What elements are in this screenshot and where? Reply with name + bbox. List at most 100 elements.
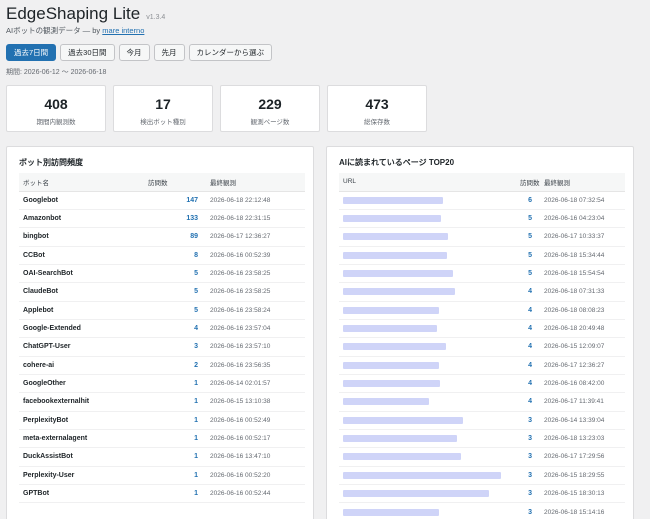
visit-count: 5 (516, 209, 540, 229)
panel-title: AIに読まれているページ TOP20 (339, 158, 455, 167)
version-label: v1.3.4 (146, 14, 166, 21)
table-row: 4 2026-06-18 07:31:33 (339, 282, 625, 302)
table-row: cohere-ai 2 2026-06-16 23:56:35 (19, 356, 305, 375)
last-seen: 2026-06-17 12:36:27 (540, 356, 625, 375)
redacted-url (343, 196, 443, 204)
last-seen: 2026-06-18 07:31:33 (540, 282, 625, 302)
filter-last-7-days-button[interactable]: 過去7日間 (6, 44, 57, 61)
filter-last-month-button[interactable]: 先月 (153, 44, 185, 61)
visit-count: 1 (144, 429, 206, 449)
visit-count: 1 (144, 374, 206, 394)
bot-name: Applebot (19, 301, 144, 320)
last-seen: 2026-06-14 13:39:04 (540, 411, 625, 430)
visit-count: 3 (516, 429, 540, 449)
table-row: Perplexity-User 1 2026-06-16 00:52:20 (19, 466, 305, 486)
table-row: 4 2026-06-16 08:42:00 (339, 374, 625, 394)
author-link[interactable]: mare interno (102, 26, 144, 35)
last-seen: 2026-06-16 00:52:49 (206, 411, 305, 430)
url-cell[interactable] (339, 374, 516, 394)
visit-count: 5 (516, 246, 540, 265)
url-cell[interactable] (339, 246, 516, 265)
col-header-last-seen: 最終観測 (206, 173, 305, 192)
last-seen: 2026-06-18 22:31:15 (206, 209, 305, 229)
table-row: 3 2026-06-18 13:23:03 (339, 429, 625, 449)
filter-last-30-days-button[interactable]: 過去30日間 (60, 44, 115, 61)
bot-name: CCBot (19, 246, 144, 265)
url-cell[interactable] (339, 227, 516, 247)
redacted-url (343, 215, 441, 223)
last-seen: 2026-06-17 11:39:41 (540, 392, 625, 412)
table-row: Amazonbot 133 2026-06-18 22:31:15 (19, 209, 305, 229)
table-row: 3 2026-06-15 18:30:13 (339, 484, 625, 504)
col-header-url: URL (339, 173, 516, 192)
url-cell[interactable] (339, 282, 516, 302)
url-cell[interactable] (339, 411, 516, 430)
redacted-url (343, 251, 447, 259)
bot-name: ChatGPT-User (19, 337, 144, 357)
stat-label: 総保存数 (364, 119, 390, 126)
url-cell[interactable] (339, 209, 516, 229)
stat-label: 検出ボット種別 (140, 119, 186, 126)
table-row: facebookexternalhit 1 2026-06-15 13:10:38 (19, 392, 305, 412)
visit-count: 5 (516, 227, 540, 247)
last-seen: 2026-06-16 23:57:10 (206, 337, 305, 357)
last-seen: 2026-06-18 22:12:48 (206, 191, 305, 210)
url-cell[interactable] (339, 301, 516, 320)
visit-count: 1 (144, 466, 206, 486)
url-cell[interactable] (339, 466, 516, 486)
table-row: ChatGPT-User 3 2026-06-16 23:57:10 (19, 337, 305, 357)
last-seen: 2026-06-18 15:34:44 (540, 246, 625, 265)
filter-this-month-button[interactable]: 今月 (118, 44, 150, 61)
visit-count: 8 (144, 246, 206, 265)
visit-count: 1 (144, 447, 206, 467)
stat-card-bot-types: 17 検出ボット種別 (113, 85, 213, 132)
table-row: 5 2026-06-18 15:54:54 (339, 264, 625, 284)
url-cell[interactable] (339, 447, 516, 467)
bot-name: facebookexternalhit (19, 392, 144, 412)
visit-count: 5 (516, 264, 540, 284)
visit-count: 3 (516, 466, 540, 486)
stat-label: 期間内観測数 (36, 119, 76, 126)
last-seen: 2026-06-18 20:49:48 (540, 319, 625, 339)
url-cell[interactable] (339, 484, 516, 504)
url-cell[interactable] (339, 319, 516, 339)
last-seen: 2026-06-16 23:57:04 (206, 319, 305, 339)
table-row: bingbot 89 2026-06-17 12:36:27 (19, 227, 305, 247)
last-seen: 2026-06-15 18:29:55 (540, 466, 625, 486)
last-seen: 2026-06-15 13:10:38 (206, 392, 305, 412)
filter-calendar-button[interactable]: カレンダーから選ぶ (188, 44, 273, 61)
col-header-count: 訪問数 (144, 173, 206, 192)
url-cell[interactable] (339, 191, 516, 210)
table-row: 3 2026-06-18 15:14:16 (339, 502, 625, 519)
table-row: 3 2026-06-15 18:29:55 (339, 466, 625, 486)
last-seen: 2026-06-17 10:33:37 (540, 227, 625, 247)
col-header-bot: ボット名 (19, 173, 144, 192)
url-cell[interactable] (339, 356, 516, 375)
period-label: 期間: 2026-06-12 ～ 2026-06-18 (6, 69, 107, 76)
url-cell[interactable] (339, 264, 516, 284)
top-pages-panel: AIに読まれているページ TOP20 URL 訪問数 最終観測 6 2026-06… (326, 146, 634, 519)
last-seen: 2026-06-14 02:01:57 (206, 374, 305, 394)
last-seen: 2026-06-18 15:14:16 (540, 502, 625, 519)
visit-count: 89 (144, 227, 206, 247)
visit-count: 1 (144, 411, 206, 430)
url-cell[interactable] (339, 429, 516, 449)
last-seen: 2026-06-16 08:42:00 (540, 374, 625, 394)
bot-name: OAI-SearchBot (19, 264, 144, 284)
last-seen: 2026-06-16 00:52:17 (206, 429, 305, 449)
subtitle: AIボットの観測データ — by mare interno (6, 25, 144, 36)
table-row: 4 2026-06-17 12:36:27 (339, 356, 625, 375)
bot-name: Perplexity-User (19, 466, 144, 486)
table-row: PerplexityBot 1 2026-06-16 00:52:49 (19, 411, 305, 430)
table-row: ClaudeBot 5 2026-06-16 23:58:25 (19, 282, 305, 302)
table-row: CCBot 8 2026-06-16 00:52:39 (19, 246, 305, 265)
bot-table: ボット名 訪問数 最終観測 Googlebot 147 2026-06-18 22:… (19, 173, 305, 504)
table-row: Googlebot 147 2026-06-18 22:12:48 (19, 191, 305, 210)
url-cell[interactable] (339, 502, 516, 519)
visit-count: 3 (516, 447, 540, 467)
subtitle-text: AIボットの観測データ — by (6, 26, 101, 35)
url-cell[interactable] (339, 392, 516, 412)
url-cell[interactable] (339, 337, 516, 357)
visit-count: 4 (516, 301, 540, 320)
page-title: EdgeShaping Lite (6, 4, 141, 23)
